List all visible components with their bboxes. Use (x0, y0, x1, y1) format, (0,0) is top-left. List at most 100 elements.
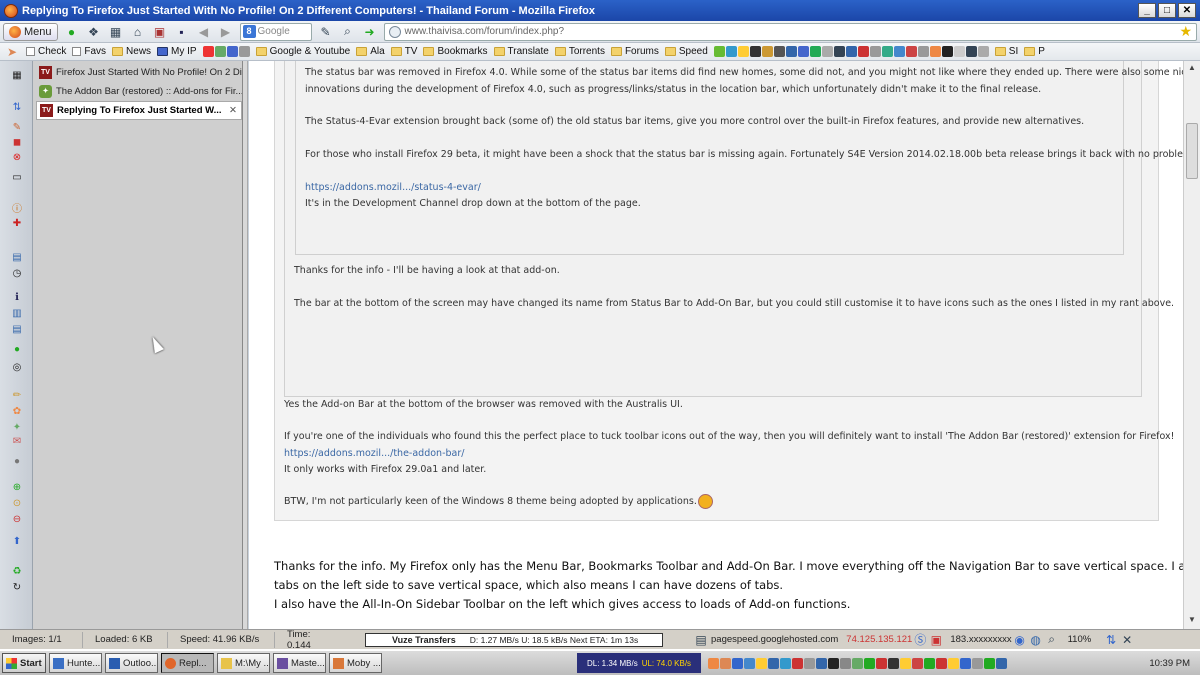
taskbar-item[interactable]: Hunte... (49, 653, 102, 673)
downloads-icon[interactable]: ▥ (9, 307, 25, 319)
bookmark-translate[interactable]: Translate (493, 46, 549, 57)
bookmark-google-youtube[interactable]: Google & Youtube (255, 46, 350, 57)
post-text: BTW, I'm not particularly keen of the Wi… (284, 496, 697, 507)
panel-icon[interactable]: ▦ (9, 69, 25, 81)
system-clock[interactable]: 10:39 PM (1149, 658, 1190, 669)
zoom-reset-icon[interactable]: ⊙ (9, 497, 25, 509)
zoom-out-icon[interactable]: ⊖ (9, 513, 25, 525)
page-icon[interactable]: ▤ (693, 632, 709, 648)
puzzle-icon[interactable]: ✦ (9, 421, 25, 433)
search-input[interactable]: 8 Google (239, 22, 312, 41)
minimize-button[interactable]: _ (1138, 3, 1156, 18)
image-icon[interactable]: ▣ (152, 24, 168, 40)
forward-icon[interactable]: ▶ (218, 24, 234, 40)
sidebar-splitter[interactable] (243, 61, 248, 629)
magnifier-icon[interactable]: ⌕ (340, 24, 356, 40)
tab-close-icon[interactable]: ✕ (229, 105, 237, 116)
pencil-icon[interactable]: ✏ (9, 389, 25, 401)
bookmark-p[interactable]: P (1024, 46, 1045, 57)
taskbar-item-active[interactable]: Repl... (161, 653, 214, 673)
transfer-rate-widget[interactable]: DL: 1.34 MB/s UL: 74.0 KB/s (577, 653, 701, 673)
bookmark-icon-strip-1[interactable] (202, 46, 250, 57)
bookmark-ala[interactable]: Ala (356, 46, 385, 57)
taskbar-item[interactable]: Maste... (273, 653, 326, 673)
taskbar-item[interactable]: M:\My ... (217, 653, 270, 673)
scroll-down-arrow-icon[interactable]: ▼ (1184, 613, 1200, 627)
addons-icon[interactable]: ▤ (9, 323, 25, 335)
bookmark-star-icon[interactable]: ★ (1179, 23, 1192, 40)
vertical-scrollbar[interactable]: ▲ ▼ (1183, 61, 1200, 629)
close-button[interactable]: ✕ (1178, 3, 1196, 18)
maximize-button[interactable]: □ (1158, 3, 1176, 18)
firefox-menu-button[interactable]: Menu (3, 22, 58, 41)
window-icon[interactable]: ▭ (9, 171, 25, 183)
url-text: www.thaivisa.com/forum/index.php? (404, 26, 565, 37)
mail-icon[interactable]: ✉ (9, 435, 25, 447)
bookmark-speed[interactable]: Speed (664, 46, 708, 57)
taskbar-item[interactable]: Outloo... (105, 653, 158, 673)
bookmark-arrow-icon[interactable]: ➤ (4, 44, 20, 60)
network-icon[interactable]: ◍ (1028, 632, 1044, 648)
transfer-status-icon[interactable]: ⇅ (1103, 632, 1119, 648)
tab-item-active[interactable]: TV Replying To Firefox Just Started W...… (36, 101, 242, 120)
statusbar-close-icon[interactable]: ✕ (1119, 632, 1135, 648)
bookmark-torrents[interactable]: Torrents (554, 46, 605, 57)
tab-item[interactable]: ✦ The Addon Bar (restored) :: Add-ons fo… (36, 82, 242, 101)
vuze-transfers-widget[interactable]: Vuze Transfers D: 1.27 MB/s U: 18.5 kB/s… (365, 632, 663, 647)
refresh-icon[interactable]: ↻ (9, 581, 25, 593)
s-status-icon[interactable]: Ⓢ (912, 632, 928, 648)
firefox-icon[interactable] (4, 3, 18, 18)
bookmark-si[interactable]: SI (994, 46, 1018, 57)
addon-bar-link[interactable]: https://addons.mozil.../the-addon-bar/ (284, 445, 464, 462)
home-icon[interactable]: ⌂ (130, 24, 146, 40)
bookmark-bookmarks[interactable]: Bookmarks (423, 46, 488, 57)
palette-icon[interactable]: ✿ (9, 405, 25, 417)
green-ball-icon[interactable]: ● (9, 343, 25, 355)
bookmark-tv[interactable]: TV (390, 46, 417, 57)
pin-icon[interactable]: ✎ (318, 24, 334, 40)
paint-icon[interactable]: ✎ (9, 121, 25, 133)
page-info-icon[interactable]: ℹ (9, 291, 25, 303)
history-clock-icon[interactable]: ◷ (9, 267, 25, 279)
status-4-evar-link[interactable]: https://addons.mozil.../status-4-evar/ (305, 179, 481, 196)
zoom-in-icon[interactable]: ⊕ (9, 481, 25, 493)
scrollbar-thumb[interactable] (1186, 123, 1198, 179)
back-icon[interactable]: ◀ (196, 24, 212, 40)
ip-address[interactable]: 74.125.135.121 (846, 634, 912, 645)
bookmark-myip[interactable]: My IP (157, 46, 197, 57)
firefox-logo-icon (9, 25, 21, 38)
green-arrow-icon[interactable]: ➜ (362, 24, 378, 40)
book-icon[interactable]: ▤ (9, 251, 25, 263)
green-dot-icon[interactable]: ● (64, 24, 80, 40)
bookmarks-toolbar: ➤ Check Favs News My IP Google & Youtube… (0, 43, 1200, 61)
bookmark-icon-strip-2[interactable] (713, 46, 989, 57)
bookmark-forums[interactable]: Forums (610, 46, 659, 57)
start-button[interactable]: Start (2, 653, 46, 673)
plus-icon[interactable]: ✚ (9, 217, 25, 229)
bookmark-news[interactable]: News (112, 46, 151, 57)
pdf-icon[interactable]: ▣ (928, 632, 944, 648)
extension-icon[interactable]: ❖ (86, 24, 102, 40)
globe-icon[interactable]: ◉ (1012, 632, 1028, 648)
scroll-up-arrow-icon[interactable]: ▲ (1184, 61, 1200, 75)
zoom-level[interactable]: 110% (1068, 634, 1092, 645)
url-bar[interactable]: www.thaivisa.com/forum/index.php? ★ (383, 22, 1197, 41)
transfer-icon[interactable]: ⇅ (9, 101, 25, 113)
tab-item[interactable]: TV Firefox Just Started With No Profile!… (36, 63, 242, 82)
zoom-icon[interactable]: ⌕ (1044, 632, 1060, 648)
grid-icon[interactable]: ▦ (108, 24, 124, 40)
system-tray[interactable] (708, 657, 1007, 669)
download-rate: DL: 1.34 MB/s (587, 658, 638, 668)
recycle-icon[interactable]: ♻ (9, 565, 25, 577)
info-icon[interactable]: ⓘ (9, 201, 25, 215)
save-icon[interactable]: ▪ (174, 24, 190, 40)
bookmark-check[interactable]: Check (26, 46, 66, 57)
bookmark-favs[interactable]: Favs (72, 46, 106, 57)
close-circle-icon[interactable]: ⊗ (9, 151, 25, 163)
taskbar-item[interactable]: Moby ... (329, 653, 382, 673)
bulb-icon[interactable]: ● (9, 455, 25, 467)
target-icon[interactable]: ◎ (9, 361, 25, 373)
up-arrow-icon[interactable]: ⬆ (9, 535, 25, 547)
site-identity-icon[interactable] (388, 25, 401, 38)
stop-icon[interactable]: ◼ (9, 136, 25, 148)
